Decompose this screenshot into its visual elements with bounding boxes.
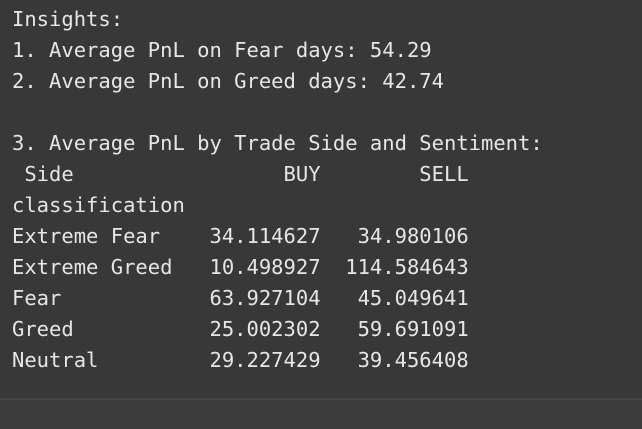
output-text: Insights: 1. Average PnL on Fear days: 54… (12, 4, 543, 376)
table-row: Extreme Greed 10.498927 114.584643 (12, 255, 469, 279)
table-row: Greed 25.002302 59.691091 (12, 317, 469, 341)
insights-heading: Insights: (12, 7, 124, 31)
greed-average-line: 2. Average PnL on Greed days: 42.74 (12, 69, 444, 93)
table-row: Neutral 29.227429 39.456408 (12, 348, 469, 372)
table-index-name: classification (12, 193, 185, 217)
cell-output-panel: Insights: 1. Average PnL on Fear days: 54… (0, 0, 642, 398)
cell-footer (0, 400, 642, 429)
table-row: Extreme Fear 34.114627 34.980106 (12, 224, 469, 248)
side-sentiment-heading: 3. Average PnL by Trade Side and Sentime… (12, 131, 543, 155)
table-row: Fear 63.927104 45.049641 (12, 286, 469, 310)
fear-average-line: 1. Average PnL on Fear days: 54.29 (12, 38, 432, 62)
table-header: Side BUY SELL (12, 162, 469, 186)
